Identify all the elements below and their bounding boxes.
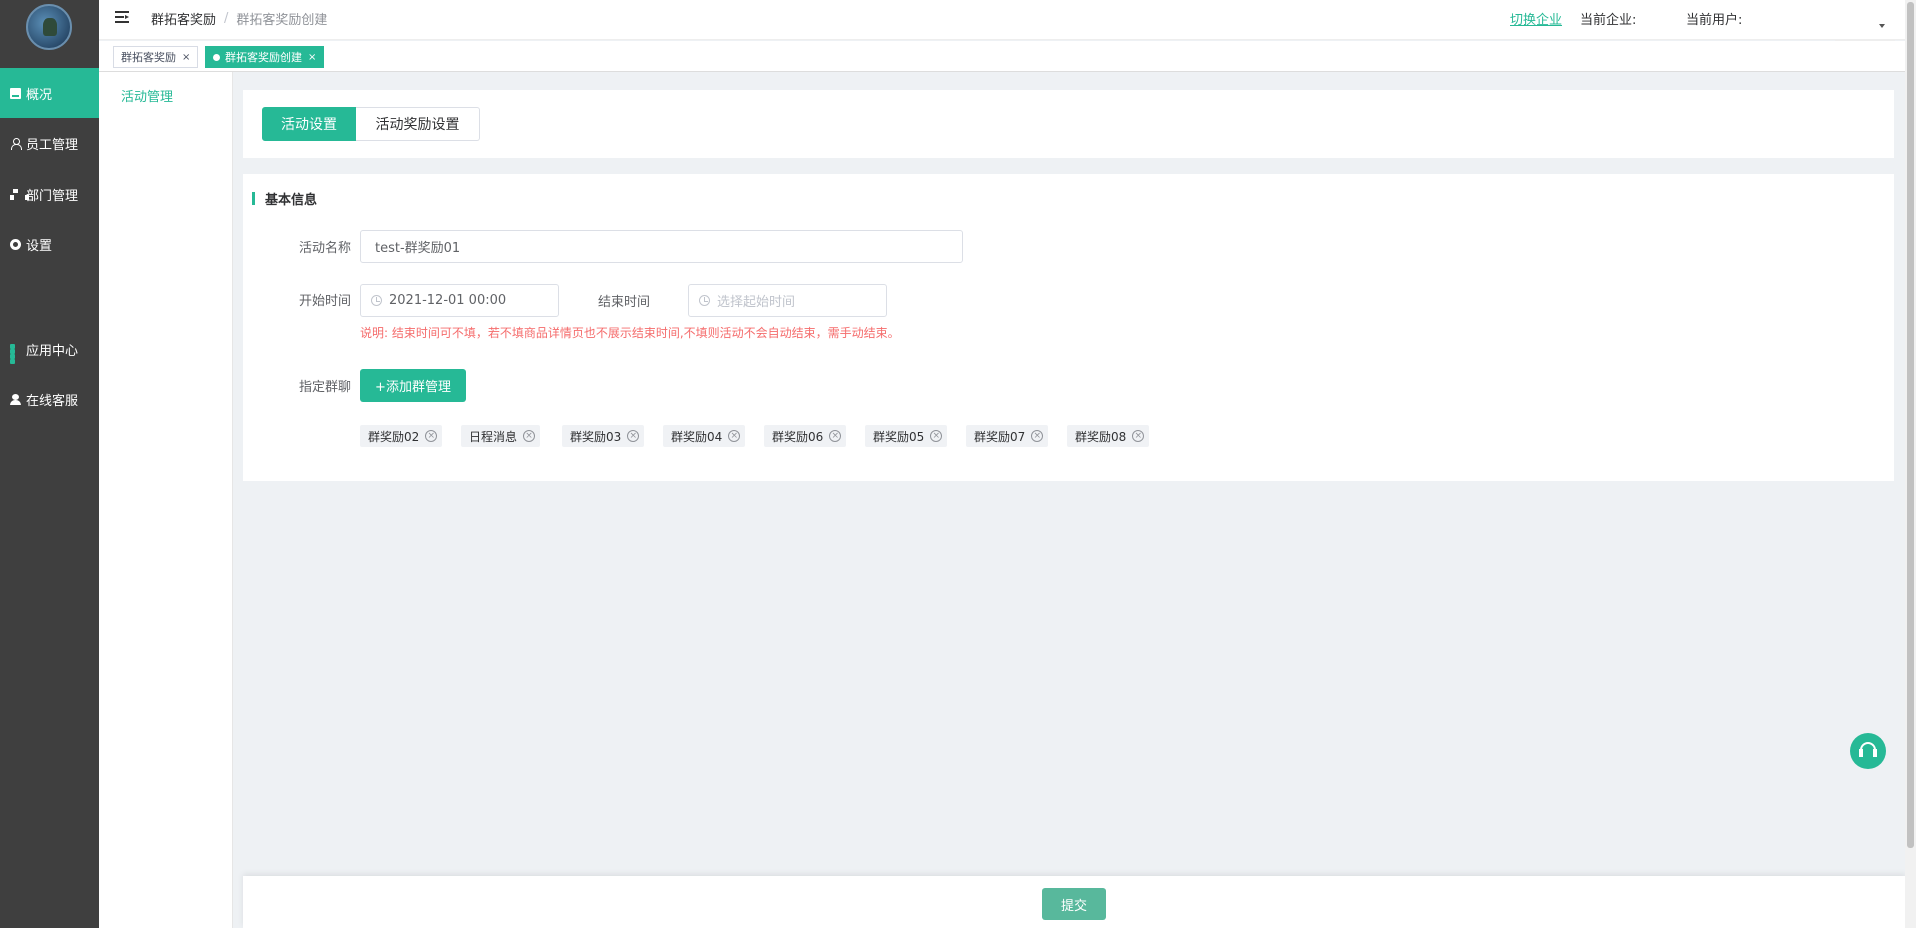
activity-name-input[interactable]: test-群奖励01: [360, 230, 963, 263]
group-chip: 群奖励03 ×: [562, 425, 645, 447]
app-root: 概况 员工管理 部门管理 设置 应用中心 在线客服 群拓客奖励 / 群拓客奖励创…: [0, 0, 1916, 928]
clock-icon: [699, 295, 710, 306]
user-dropdown-caret-icon[interactable]: [1879, 24, 1885, 28]
group-chat-label: 指定群聊: [299, 380, 352, 395]
sidebar-item-online-service[interactable]: 在线客服: [0, 374, 99, 424]
apps-icon: [10, 343, 21, 364]
tab-activity-settings[interactable]: 活动设置: [262, 107, 356, 141]
add-group-button[interactable]: +添加群管理: [360, 369, 466, 402]
close-icon[interactable]: ×: [182, 52, 190, 63]
sidebar-item-department[interactable]: 部门管理: [0, 169, 99, 219]
overview-icon: [10, 87, 21, 99]
activity-name-label: 活动名称: [299, 241, 352, 256]
tab-activity-reward-settings[interactable]: 活动奖励设置: [356, 107, 480, 141]
group-chip-label: 群奖励04: [671, 429, 723, 444]
active-dot-icon: [213, 53, 220, 61]
remove-circle-icon[interactable]: ×: [1132, 430, 1145, 442]
sidebar-item-label: 员工管理: [26, 137, 79, 153]
start-time-label: 开始时间: [299, 294, 352, 309]
company-logo: [26, 4, 72, 50]
gear-icon: [10, 238, 21, 250]
end-time-picker[interactable]: 选择起始时间: [688, 284, 887, 317]
service-icon: [10, 393, 21, 405]
remove-circle-icon[interactable]: ×: [1031, 430, 1044, 442]
group-chip-label: 群奖励07: [974, 429, 1026, 444]
remove-circle-icon[interactable]: ×: [930, 430, 943, 442]
breadcrumb: 群拓客奖励 / 群拓客奖励创建: [151, 9, 327, 28]
remove-circle-icon[interactable]: ×: [523, 430, 536, 442]
switch-company-link[interactable]: 切换企业: [1510, 9, 1562, 28]
start-time-value: 2021-12-01 00:00: [389, 293, 507, 308]
sidebar-item-label: 部门管理: [26, 188, 79, 204]
tag-tab-active[interactable]: 群拓客奖励创建 ×: [205, 46, 325, 68]
secondary-menu: 活动管理: [99, 72, 233, 928]
group-chip-label: 群奖励08: [1075, 429, 1127, 444]
group-chip: 群奖励05 ×: [865, 425, 948, 447]
sidebar-item-overview[interactable]: 概况: [0, 68, 99, 118]
page-scrollbar[interactable]: [1905, 0, 1916, 928]
group-chip: 日程消息 ×: [461, 425, 541, 447]
group-chip: 群奖励04 ×: [663, 425, 746, 447]
submit-bar: 提交: [243, 876, 1906, 928]
end-time-placeholder: 选择起始时间: [717, 295, 796, 310]
breadcrumb-separator: /: [224, 11, 229, 26]
group-chip-label: 群奖励02: [368, 429, 420, 444]
headset-icon[interactable]: [1850, 733, 1886, 769]
sidebar-item-app-center[interactable]: 应用中心: [0, 324, 99, 374]
remove-circle-icon[interactable]: ×: [829, 430, 842, 442]
remove-circle-icon[interactable]: ×: [425, 430, 438, 442]
tabs-card: 活动设置 活动奖励设置: [243, 90, 1894, 158]
tag-tab-label: 群拓客奖励: [121, 51, 176, 64]
remove-circle-icon[interactable]: ×: [728, 430, 741, 442]
breadcrumb-current: 群拓客奖励创建: [236, 13, 328, 28]
group-chip-label: 群奖励05: [873, 429, 925, 444]
breadcrumb-item[interactable]: 群拓客奖励: [151, 9, 216, 28]
sidebar-item-label: 应用中心: [26, 343, 79, 359]
group-chip-label: 日程消息: [469, 429, 518, 444]
sidebar-item-label: 概况: [26, 87, 53, 103]
user-icon: [10, 137, 22, 150]
sidebar-item-label: 在线客服: [26, 393, 79, 409]
group-chip: 群奖励08 ×: [1067, 425, 1150, 447]
main-sidebar: 概况 员工管理 部门管理 设置 应用中心 在线客服: [0, 0, 99, 928]
department-icon: [10, 188, 29, 200]
section-accent-bar: [252, 192, 255, 205]
group-chip-label: 群奖励03: [570, 429, 622, 444]
sidebar-item-settings[interactable]: 设置: [0, 219, 99, 269]
submit-button[interactable]: 提交: [1042, 888, 1106, 920]
activity-name-value: test-群奖励01: [375, 241, 461, 256]
start-time-picker[interactable]: 2021-12-01 00:00: [360, 284, 559, 317]
group-chip: 群奖励07 ×: [966, 425, 1049, 447]
sidebar-item-label: 设置: [26, 238, 53, 254]
close-icon[interactable]: ×: [308, 52, 316, 63]
menu-toggle-icon[interactable]: [115, 11, 129, 23]
remove-circle-icon[interactable]: ×: [627, 430, 640, 442]
top-header: 群拓客奖励 / 群拓客奖励创建 切换企业 当前企业: 当前用户:: [99, 0, 1916, 41]
section-title: 基本信息: [265, 193, 318, 208]
basic-info-card: 基本信息 活动名称 test-群奖励01 开始时间 2021-12-01 00:…: [243, 174, 1894, 481]
tag-tab-label: 群拓客奖励创建: [225, 51, 302, 64]
group-chip: 群奖励02 ×: [360, 425, 443, 447]
end-time-label: 结束时间: [598, 295, 651, 310]
current-user-label: 当前用户:: [1686, 13, 1743, 28]
group-chip: 群奖励06 ×: [764, 425, 847, 447]
clock-icon: [371, 295, 382, 306]
tag-tab[interactable]: 群拓客奖励 ×: [113, 46, 199, 68]
tags-view-bar: 群拓客奖励 × 群拓客奖励创建 ×: [99, 41, 1916, 72]
current-company-label: 当前企业:: [1580, 13, 1637, 28]
scrollbar-thumb[interactable]: [1907, 2, 1914, 848]
sidebar-item-staff[interactable]: 员工管理: [0, 118, 99, 168]
group-chip-label: 群奖励06: [772, 429, 824, 444]
end-time-note: 说明: 结束时间可不填，若不填商品详情页也不展示结束时间,不填则活动不会自动结束…: [360, 326, 900, 340]
submenu-item-activity-management[interactable]: 活动管理: [121, 86, 173, 105]
